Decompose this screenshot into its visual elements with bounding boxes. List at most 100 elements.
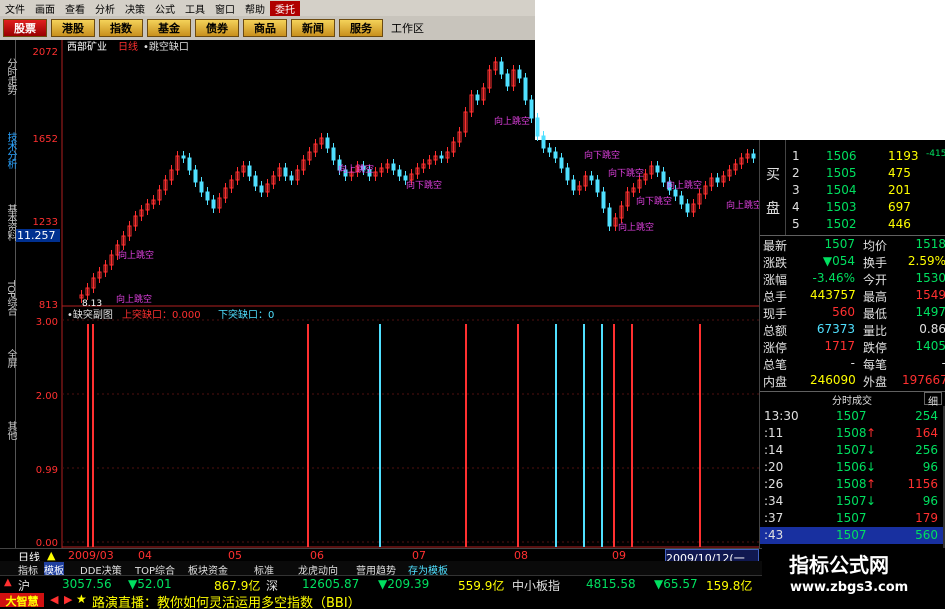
bond-button[interactable]: 债券 xyxy=(195,19,239,37)
bell-icon: ▲ xyxy=(4,577,12,588)
quote-row: 涨跌 ▼054 换手 2.59% xyxy=(760,253,945,270)
menu-file[interactable]: 文件 xyxy=(0,1,30,16)
gap-label: 向上跳空 xyxy=(494,115,530,127)
tick-volume: 254 xyxy=(915,409,938,423)
sh-value: 3057.56 xyxy=(62,577,112,591)
tick-row[interactable]: :34 1507 ↓ 96 xyxy=(760,493,945,510)
candle xyxy=(475,94,480,101)
tick-price: 1507 xyxy=(836,443,867,457)
hk-stocks-button[interactable]: 港股 xyxy=(51,19,95,37)
candle xyxy=(259,185,264,193)
candle xyxy=(535,117,540,137)
bid-level-row[interactable]: 3 1504 201 xyxy=(760,182,945,199)
tick-row[interactable]: :43 1507 560 xyxy=(760,527,945,544)
quote-label: 总笔 xyxy=(763,358,788,372)
menu-analysis[interactable]: 分析 xyxy=(90,1,120,16)
quote-value: 1405 xyxy=(915,339,945,353)
bid-level-number: 2 xyxy=(792,166,800,180)
tick-arrow-icon: ↓ xyxy=(866,443,877,457)
candle xyxy=(601,191,606,209)
candle xyxy=(517,69,522,79)
menu-tools[interactable]: 工具 xyxy=(180,1,210,16)
indicator-label[interactable]: •跳空缺口 xyxy=(143,40,189,53)
quote-value: 443757 xyxy=(810,288,856,302)
candle xyxy=(331,147,336,161)
bid-volume: 475 xyxy=(888,166,911,180)
candle xyxy=(571,179,576,191)
bid-price: 1506 xyxy=(826,149,857,163)
menu-window[interactable]: 窗口 xyxy=(210,1,240,16)
candle xyxy=(751,153,756,159)
menu-view-screen[interactable]: 画面 xyxy=(30,1,60,16)
kline-chart[interactable]: 向上跳空向上跳空向上跳空向下跳空向上跳空向下跳空向下跳空向上跳空向下跳空向上跳空… xyxy=(0,40,759,548)
tick-price: 1508 xyxy=(836,477,867,491)
tick-price: 1506 xyxy=(836,460,867,474)
candle xyxy=(547,147,552,153)
quote-label: 涨幅 xyxy=(763,273,788,287)
gap-label: 向下跳空 xyxy=(584,149,620,161)
tick-row[interactable]: :20 1506 ↓ 96 xyxy=(760,459,945,476)
menu-help[interactable]: 帮助 xyxy=(240,1,270,16)
price-tick: 813 xyxy=(39,300,58,311)
candle xyxy=(655,165,660,173)
service-button[interactable]: 服务 xyxy=(339,19,383,37)
price-tick: 1233 xyxy=(33,217,58,228)
menu-trade[interactable]: 委托 xyxy=(270,0,300,16)
next-arrow-icon[interactable]: ▶ xyxy=(64,593,72,606)
quote-panel: 买 盘 1 1506 1193 -415 2 1505 475 3 1504 20… xyxy=(759,140,945,548)
brand-logo[interactable]: 大智慧 xyxy=(0,593,44,608)
tick-volume: 164 xyxy=(915,426,938,440)
price-tick: 2072 xyxy=(33,47,58,58)
candle xyxy=(715,177,720,183)
index-button[interactable]: 指数 xyxy=(99,19,143,37)
candle xyxy=(595,179,600,193)
tick-row[interactable]: 13:30 1507 254 xyxy=(760,408,945,425)
ticks-detail-tab[interactable]: 细 xyxy=(924,392,942,408)
bid-level-row[interactable]: 2 1505 475 xyxy=(760,165,945,182)
news-button[interactable]: 新闻 xyxy=(291,19,335,37)
quote-label: 总手 xyxy=(763,290,788,304)
menu-decision[interactable]: 决策 xyxy=(120,1,150,16)
tick-row[interactable]: :11 1508 ↑ 164 xyxy=(760,425,945,442)
menu-view[interactable]: 查看 xyxy=(60,1,90,16)
candle xyxy=(541,135,546,149)
tick-price: 1507 xyxy=(836,528,867,542)
quote-value: -3.46% xyxy=(812,271,855,285)
candle xyxy=(289,175,294,181)
candle xyxy=(499,61,504,75)
tick-time: :43 xyxy=(764,528,784,542)
tick-row[interactable]: :37 1507 179 xyxy=(760,510,945,527)
quote-value: 2.59% xyxy=(907,254,945,268)
candle xyxy=(391,163,396,171)
star-icon: ★ xyxy=(76,592,87,606)
stock-name: 西部矿业 xyxy=(67,40,107,53)
quote-value: 1518 xyxy=(915,237,945,251)
bid-volume: 1193 xyxy=(888,149,919,163)
quote-row: 总手 443757 最高 1549 xyxy=(760,287,945,304)
bid-level-row[interactable]: 1 1506 1193 -415 xyxy=(760,148,945,165)
bid-volume: 697 xyxy=(888,200,911,214)
workzone-label[interactable]: 工作区 xyxy=(391,20,424,36)
candle xyxy=(283,167,288,177)
bid-level-row[interactable]: 4 1503 697 xyxy=(760,199,945,216)
commodity-button[interactable]: 商品 xyxy=(243,19,287,37)
candle xyxy=(589,175,594,181)
ticker-text[interactable]: 路演直播：教你如何灵活运用多空指数（BBI） xyxy=(92,592,361,609)
gap-label: 向下跳空 xyxy=(636,195,672,207)
tick-arrow-icon: ↓ xyxy=(866,460,877,474)
tick-time: :20 xyxy=(764,460,784,474)
tick-arrow-icon: ↑ xyxy=(866,426,877,440)
quote-value: 1507 xyxy=(824,237,855,251)
stocks-button[interactable]: 股票 xyxy=(3,19,47,37)
menu-formula[interactable]: 公式 xyxy=(150,1,180,16)
bid-level-row[interactable]: 5 1502 446 xyxy=(760,216,945,233)
tick-row[interactable]: :26 1508 ↑ 1156 xyxy=(760,476,945,493)
quote-value: 1530 xyxy=(915,271,945,285)
prev-arrow-icon[interactable]: ◀ xyxy=(50,593,58,606)
tick-row[interactable]: :14 1507 ↓ 256 xyxy=(760,442,945,459)
tick-time: :14 xyxy=(764,443,784,457)
low-marker: 8.13 xyxy=(82,299,102,309)
bid-level-number: 1 xyxy=(792,149,800,163)
tick-volume: 560 xyxy=(915,528,938,542)
fund-button[interactable]: 基金 xyxy=(147,19,191,37)
